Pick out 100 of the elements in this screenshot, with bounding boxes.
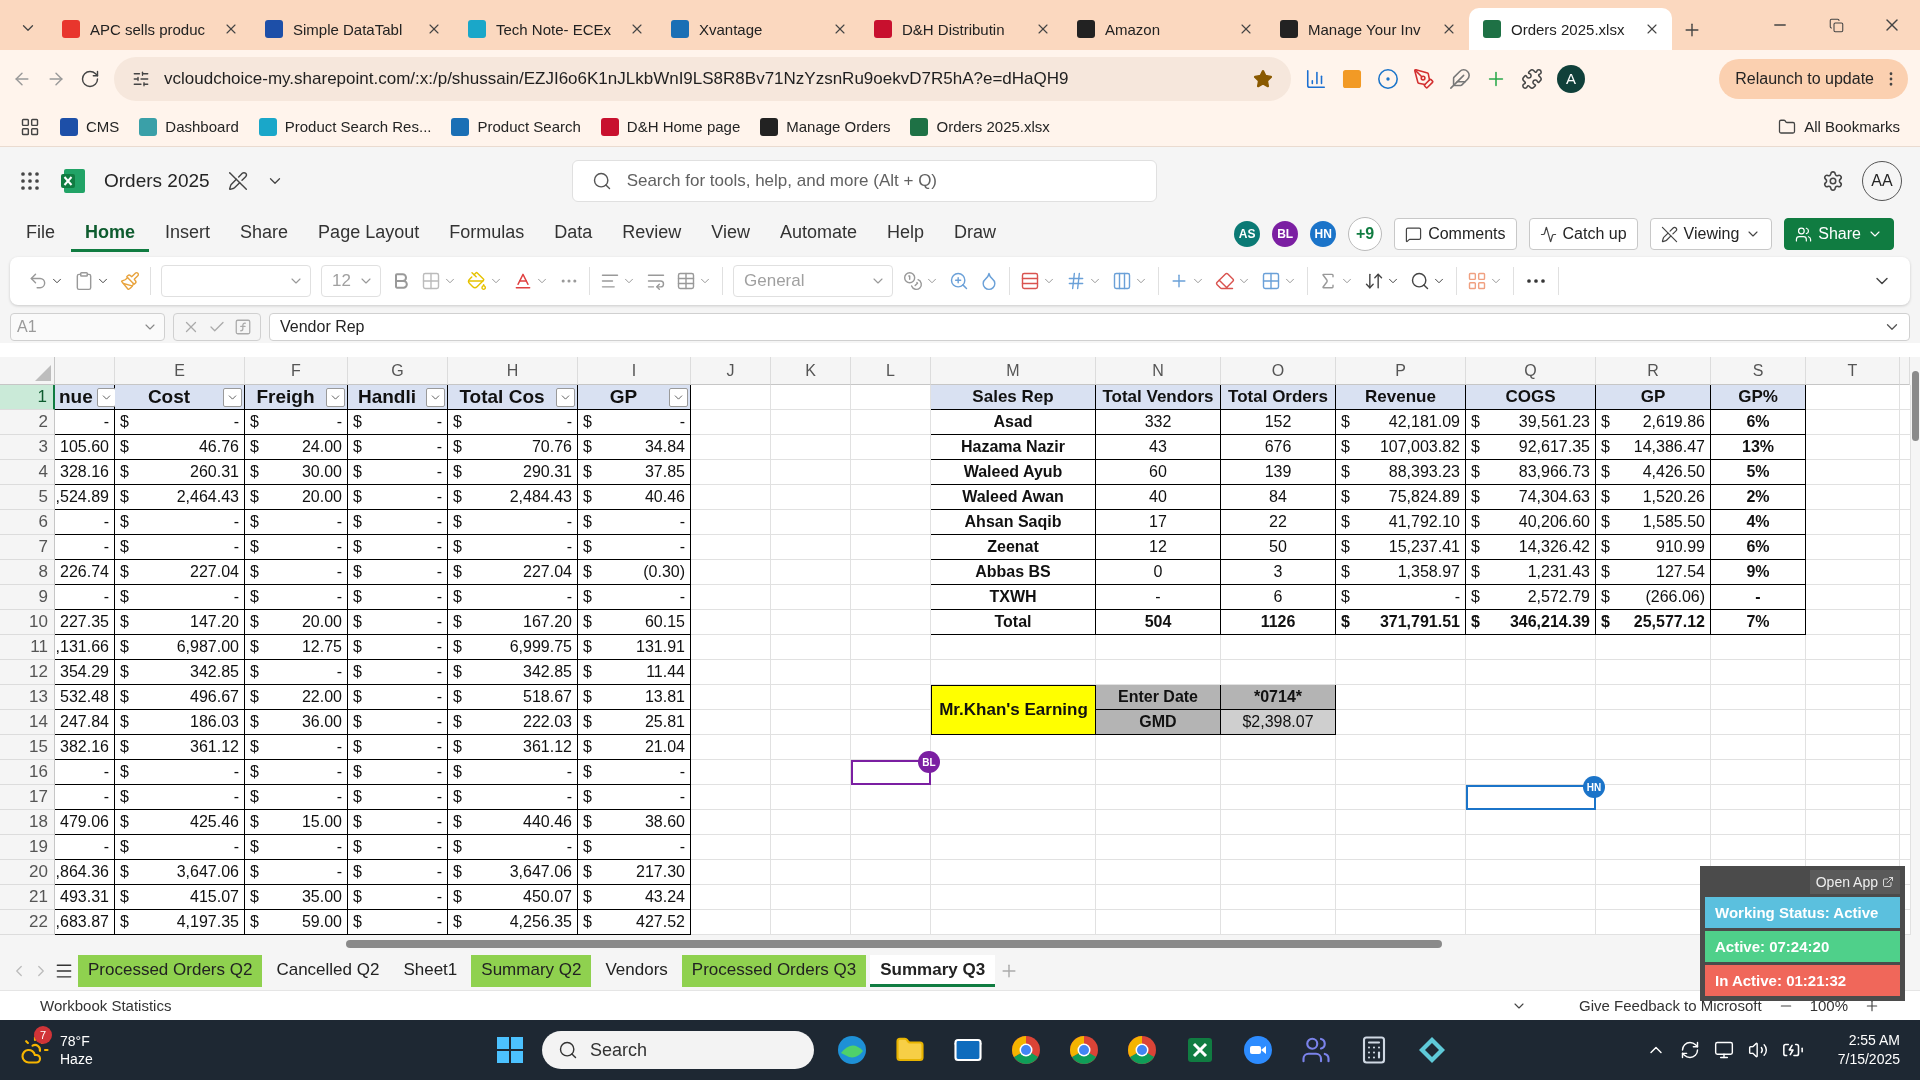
table-cell: $ - [578,510,691,535]
search-field[interactable]: Search for tools, help, and more (Alt + Q) [571,160,1157,202]
ribbon-tab[interactable]: Data [540,216,607,252]
column-header[interactable]: J [691,357,771,385]
comments-button[interactable]: Comments [1394,218,1517,250]
ribbon-tab[interactable]: Page Layout [304,216,434,252]
table-cell: $ - [348,485,448,510]
browser-tab[interactable]: Amazon [1063,8,1266,50]
bookmark-link[interactable]: CMS [60,117,120,136]
ribbon-tab[interactable]: Help [873,216,939,252]
ribbon-tab[interactable]: Formulas [435,216,539,252]
row-header[interactable]: 17 [0,785,55,810]
collaborator-avatar[interactable]: AS [1234,221,1261,247]
feedback-link[interactable]: Give Feedback to Microsoft [1579,997,1762,1014]
column-header[interactable]: I [578,357,691,385]
row-header[interactable]: 1 [0,385,55,410]
column-header[interactable]: H [448,357,578,385]
browser-tab[interactable]: Tech Note- ECEx [454,8,657,50]
ribbon-tab[interactable]: Insert [151,216,225,252]
row-header[interactable]: 13 [0,685,55,710]
row-header[interactable]: 19 [0,835,55,860]
ribbon-tab[interactable]: Review [608,216,696,252]
browser-tab[interactable]: Simple DataTabl [251,8,454,50]
browser-tab[interactable]: Xvantage [657,8,860,50]
row-header[interactable]: 15 [0,735,55,760]
sheet-tab[interactable]: Summary Q3 [870,955,996,987]
row-header[interactable]: 10 [0,610,55,635]
browser-tab[interactable]: Orders 2025.xlsx [1469,8,1672,50]
column-header[interactable]: F [245,357,348,385]
relaunch-button[interactable]: Relaunch to update [1719,58,1908,99]
browser-tab[interactable]: D&H Distributin [860,8,1063,50]
browser-tab[interactable]: Manage Your Inv [1266,8,1469,50]
column-header[interactable]: Q [1466,357,1596,385]
column-header[interactable]: T [1806,357,1900,385]
column-header[interactable]: R [1596,357,1711,385]
row-header[interactable]: 20 [0,860,55,885]
row-header[interactable]: 14 [0,710,55,735]
row-header[interactable]: 5 [0,485,55,510]
sheet-tab[interactable]: Sheet1 [393,955,468,987]
bookmark-link[interactable]: Dashboard [139,117,239,136]
column-header[interactable]: G [348,357,448,385]
bookmark-link[interactable]: Product Search [451,117,581,136]
taskbar-search[interactable]: Search [542,1031,814,1069]
ribbon-tab[interactable]: File [26,216,69,252]
zoom-level[interactable]: 100% [1809,997,1848,1014]
table-cell: $ - [115,585,245,610]
row-header[interactable]: 18 [0,810,55,835]
ribbon-tab[interactable]: View [697,216,764,252]
row-header[interactable]: 8 [0,560,55,585]
open-app-button[interactable]: Open App [1809,870,1900,894]
row-header[interactable]: 16 [0,760,55,785]
row-header[interactable]: 7 [0,535,55,560]
browser-tab[interactable]: APC sells produc [48,8,251,50]
row-header[interactable]: 3 [0,435,55,460]
viewing-button[interactable]: Viewing [1649,218,1773,250]
profile-avatar[interactable]: A [1557,64,1585,93]
more-collaborators[interactable]: +9 [1348,217,1383,251]
row-header[interactable]: 12 [0,660,55,685]
column-header[interactable]: S [1711,357,1806,385]
clock-time[interactable]: 2:55 AM [1848,1031,1900,1050]
ribbon-tab[interactable]: Draw [940,216,1011,252]
row-header[interactable]: 6 [0,510,55,535]
column-header[interactable]: K [771,357,851,385]
column-header[interactable]: M [931,357,1096,385]
collaborator-avatar[interactable]: HN [1310,221,1337,247]
table-cell: ,683.87 [55,910,115,935]
collaborator-avatar[interactable]: BL [1272,221,1299,247]
bookmark-link[interactable]: Manage Orders [760,117,891,136]
all-bookmarks-button[interactable]: All Bookmarks [1778,117,1900,136]
ribbon-tab[interactable]: Share [226,216,303,252]
sheet-tab[interactable]: Processed Orders Q3 [681,955,867,987]
column-header[interactable]: O [1221,357,1336,385]
column-header[interactable]: L [851,357,931,385]
file-name[interactable]: Orders 2025 [104,170,210,192]
row-header[interactable]: 9 [0,585,55,610]
workbook-statistics[interactable]: Workbook Statistics [40,997,172,1014]
row-header[interactable]: 4 [0,460,55,485]
row-header[interactable]: 21 [0,885,55,910]
column-header[interactable]: N [1096,357,1221,385]
column-title: Total Vendors [1096,385,1221,410]
share-button[interactable]: Share [1784,218,1894,250]
sheet-tab[interactable]: Processed Orders Q2 [78,955,263,987]
address-bar[interactable]: vcloudchoice-my.sharepoint.com/:x:/p/shussain/EZJI6o6K1nJLkbWnI9LS8R8Bv71NzYzsnRu9oekvD7R5hA?e=dHaQH9 [114,56,1291,101]
row-header[interactable]: 22 [0,910,55,935]
clock-date[interactable]: 7/15/2025 [1837,1050,1900,1069]
ribbon-tab[interactable]: Automate [766,216,872,252]
table-cell: 6% [1711,535,1806,560]
table-cell: 152 [1221,410,1336,435]
sheet-tab[interactable]: Summary Q2 [471,955,592,987]
sheet-tab[interactable]: Vendors [595,955,678,987]
sheet-tab[interactable]: Cancelled Q2 [266,955,390,987]
bookmark-link[interactable]: Orders 2025.xlsx [910,117,1050,136]
formula-field[interactable]: Vendor Rep [269,312,1910,341]
row-header[interactable]: 11 [0,635,55,660]
column-header[interactable]: E [115,357,245,385]
column-header[interactable]: P [1336,357,1466,385]
bookmark-link[interactable]: D&H Home page [600,117,741,136]
row-header[interactable]: 2 [0,410,55,435]
catch-up-button[interactable]: Catch up [1528,218,1638,250]
bookmark-link[interactable]: Product Search Res... [258,117,432,136]
